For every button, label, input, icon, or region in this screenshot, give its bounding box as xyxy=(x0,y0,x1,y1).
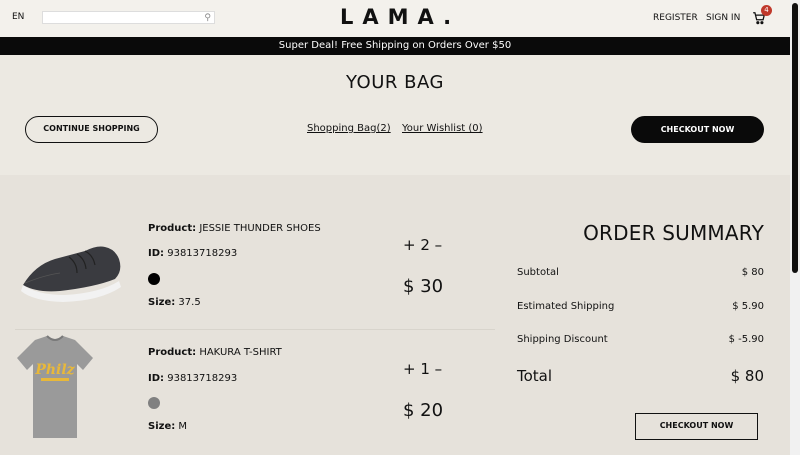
subtotal-row: Subtotal $ 80 xyxy=(517,267,764,278)
svg-text:Philz: Philz xyxy=(34,362,75,378)
total-row: Total $ 80 xyxy=(517,367,764,385)
shopping-bag-link[interactable]: Shopping Bag(2) xyxy=(307,123,391,134)
quantity-stepper[interactable]: + 1 – xyxy=(403,360,442,378)
product-image-shoe xyxy=(21,246,121,302)
scrollbar[interactable] xyxy=(790,0,800,455)
product-name: Product: HAKURA T-SHIRT xyxy=(148,347,282,358)
discount-value: $ -5.90 xyxy=(728,334,764,345)
subtotal-value: $ 80 xyxy=(741,267,764,278)
item-divider xyxy=(15,329,495,330)
navbar: EN ⚲ LAMA. REGISTER SIGN IN 4 xyxy=(0,0,790,37)
product-image-tshirt: Philz xyxy=(17,335,93,438)
product-color-swatch xyxy=(148,397,160,409)
search-input[interactable]: ⚲ xyxy=(42,11,215,24)
checkout-now-top-button[interactable]: CHECKOUT NOW xyxy=(631,116,764,143)
product-id: ID: 93813718293 xyxy=(148,248,238,259)
total-label: Total xyxy=(517,367,553,385)
order-summary-title: ORDER SUMMARY xyxy=(583,221,764,245)
product-price: $ 30 xyxy=(403,276,444,297)
product-color-swatch xyxy=(148,273,160,285)
shipping-value: $ 5.90 xyxy=(732,301,764,312)
discount-label: Shipping Discount xyxy=(517,334,608,345)
scrollbar-thumb[interactable] xyxy=(792,3,798,273)
discount-row: Shipping Discount $ -5.90 xyxy=(517,334,764,345)
cart-button[interactable]: 4 xyxy=(752,5,772,28)
quantity-stepper[interactable]: + 2 – xyxy=(403,236,442,254)
logo[interactable]: LAMA. xyxy=(340,5,460,29)
page-title: YOUR BAG xyxy=(346,72,444,93)
announcement-bar: Super Deal! Free Shipping on Orders Over… xyxy=(0,37,790,55)
search-icon[interactable]: ⚲ xyxy=(204,12,211,24)
total-value: $ 80 xyxy=(730,367,764,385)
product-size: Size: M xyxy=(148,421,188,432)
product-name: Product: JESSIE THUNDER SHOES xyxy=(148,223,321,234)
checkout-now-summary-button[interactable]: CHECKOUT NOW xyxy=(635,413,758,440)
cart-count-badge: 4 xyxy=(761,5,772,16)
product-id: ID: 93813718293 xyxy=(148,373,238,384)
page: EN ⚲ LAMA. REGISTER SIGN IN 4 Super Deal… xyxy=(0,0,790,455)
product-size: Size: 37.5 xyxy=(148,297,201,308)
wishlist-link[interactable]: Your Wishlist (0) xyxy=(402,123,483,134)
subtotal-label: Subtotal xyxy=(517,267,559,278)
shipping-label: Estimated Shipping xyxy=(517,301,615,312)
sign-in-link[interactable]: SIGN IN xyxy=(706,13,740,23)
shipping-row: Estimated Shipping $ 5.90 xyxy=(517,301,764,312)
register-link[interactable]: REGISTER xyxy=(653,13,698,23)
continue-shopping-button[interactable]: CONTINUE SHOPPING xyxy=(25,116,158,143)
product-price: $ 20 xyxy=(403,400,444,421)
language-selector[interactable]: EN xyxy=(12,12,24,22)
